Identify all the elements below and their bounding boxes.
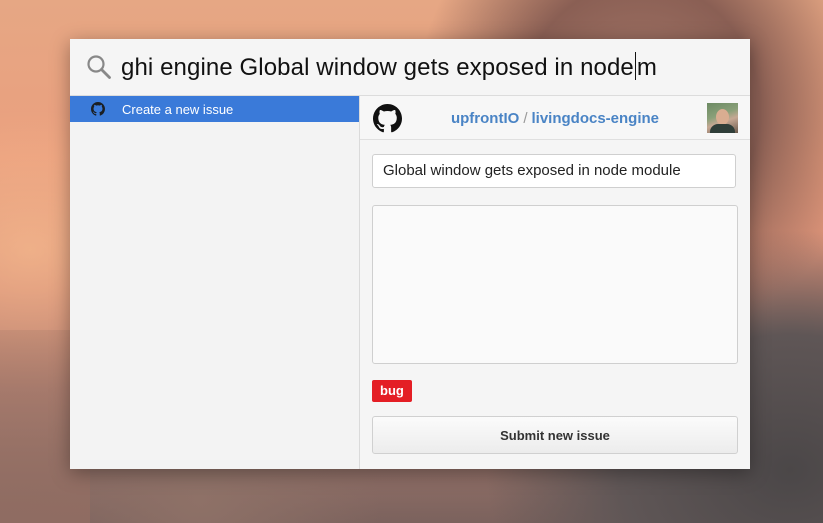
github-icon bbox=[91, 102, 105, 116]
repo-separator: / bbox=[523, 110, 528, 127]
avatar-shirt bbox=[710, 124, 735, 133]
label-badge-bug[interactable]: bug bbox=[372, 380, 412, 402]
search-icon bbox=[87, 55, 111, 79]
launcher-window: ghi engine Global window gets exposed in… bbox=[70, 39, 750, 469]
search-bar[interactable]: ghi engine Global window gets exposed in… bbox=[70, 39, 750, 96]
results-list: Create a new issue bbox=[70, 96, 360, 469]
search-query-before-caret: ghi engine Global window gets exposed in… bbox=[121, 54, 634, 81]
repo-owner-link[interactable]: upfrontIO bbox=[451, 110, 519, 127]
issue-body-field[interactable] bbox=[372, 205, 738, 364]
search-input[interactable]: ghi engine Global window gets exposed in… bbox=[121, 52, 657, 82]
result-item-label: Create a new issue bbox=[122, 102, 234, 117]
result-item-create-issue[interactable]: Create a new issue bbox=[70, 96, 359, 122]
text-caret bbox=[634, 52, 636, 80]
avatar-face bbox=[716, 109, 729, 125]
submit-issue-button[interactable]: Submit new issue bbox=[372, 416, 738, 454]
repo-path: upfrontIO / livingdocs-engine bbox=[360, 110, 750, 127]
issue-form-panel: upfrontIO / livingdocs-engine Global windo… bbox=[360, 96, 750, 469]
search-query-after-caret: m bbox=[636, 54, 657, 81]
panel-header: upfrontIO / livingdocs-engine bbox=[360, 96, 750, 140]
repo-name-link[interactable]: livingdocs-engine bbox=[531, 110, 659, 127]
issue-title-field[interactable]: Global window gets exposed in node modul… bbox=[372, 154, 736, 188]
avatar bbox=[707, 103, 738, 133]
